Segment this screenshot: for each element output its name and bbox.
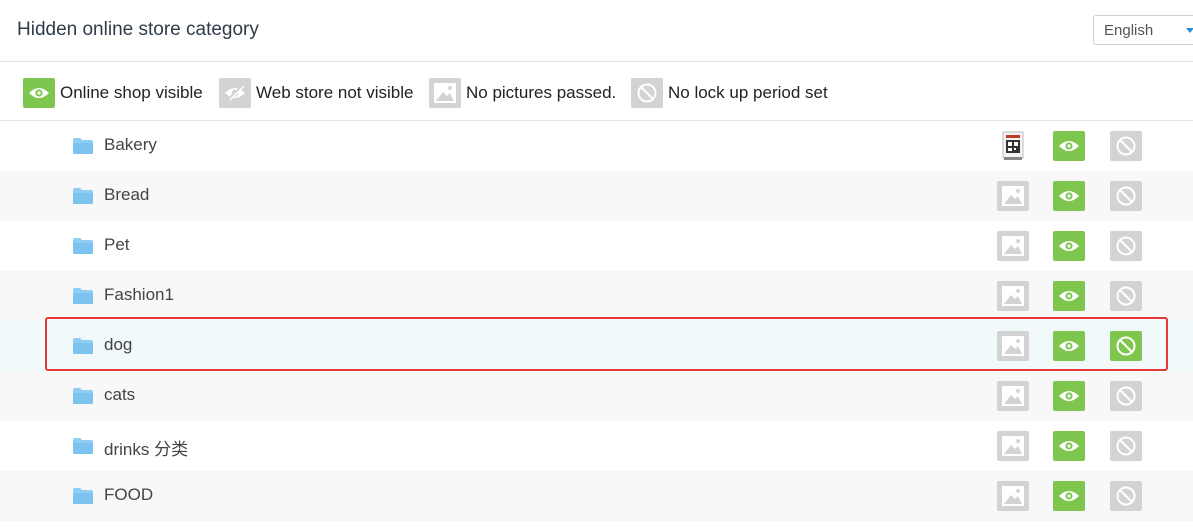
category-row[interactable]: Bread	[0, 171, 1193, 221]
legend-label: Online shop visible	[60, 83, 203, 102]
eye-icon[interactable]	[1053, 381, 1085, 411]
page-header: Hidden online store category English	[0, 0, 1193, 62]
category-name[interactable]: Fashion1	[104, 285, 174, 305]
eye-icon[interactable]	[1053, 281, 1085, 311]
category-name[interactable]: Pet	[104, 235, 130, 255]
legend-visible: Online shop visible	[23, 78, 203, 108]
eye-slash-icon	[219, 78, 251, 108]
eye-icon	[23, 78, 55, 108]
folder-icon	[73, 438, 93, 454]
no-lock-icon[interactable]	[1110, 281, 1142, 311]
folder-icon	[73, 238, 93, 254]
picture-icon[interactable]	[997, 231, 1029, 261]
category-row[interactable]: FOOD	[0, 471, 1193, 521]
legend-no-pictures: No pictures passed.	[429, 78, 616, 108]
category-row[interactable]: drinks 分类	[0, 421, 1193, 471]
eye-icon[interactable]	[1053, 231, 1085, 261]
legend-bar: Online shop visible Web store not visibl…	[0, 63, 1193, 121]
no-lock-icon[interactable]	[1110, 381, 1142, 411]
no-lock-icon[interactable]	[1110, 131, 1142, 161]
folder-icon	[73, 488, 93, 504]
legend-label: No pictures passed.	[466, 83, 617, 102]
category-row[interactable]: Fashion1	[0, 271, 1193, 321]
page-title: Hidden online store category	[17, 19, 259, 40]
legend-not-visible: Web store not visible	[219, 78, 413, 108]
eye-icon[interactable]	[1053, 131, 1085, 161]
eye-icon[interactable]	[1053, 181, 1085, 211]
folder-icon	[73, 138, 93, 154]
chevron-down-icon[interactable]	[1186, 28, 1193, 33]
category-list: Bakery Bread Pet Fashion1 dog cats drink…	[0, 121, 1193, 521]
picture-icon	[429, 78, 461, 108]
legend-label: Web store not visible	[256, 83, 414, 102]
folder-icon	[73, 388, 93, 404]
no-lock-icon[interactable]	[1110, 231, 1142, 261]
lock-period-set-icon[interactable]	[1110, 331, 1142, 361]
qr-thumbnail-icon[interactable]	[997, 131, 1029, 161]
picture-icon[interactable]	[997, 481, 1029, 511]
category-row[interactable]: Pet	[0, 221, 1193, 271]
folder-icon	[73, 338, 93, 354]
picture-icon[interactable]	[997, 381, 1029, 411]
category-row[interactable]: Bakery	[0, 121, 1193, 171]
category-name[interactable]: Bakery	[104, 135, 157, 155]
eye-icon[interactable]	[1053, 431, 1085, 461]
folder-icon	[73, 288, 93, 304]
category-name[interactable]: dog	[104, 335, 132, 355]
no-lock-icon[interactable]	[1110, 431, 1142, 461]
category-row-selected[interactable]: dog	[0, 321, 1193, 371]
no-lock-icon	[631, 78, 663, 108]
no-lock-icon[interactable]	[1110, 181, 1142, 211]
category-name[interactable]: FOOD	[104, 485, 153, 505]
category-row[interactable]: cats	[0, 371, 1193, 421]
picture-icon[interactable]	[997, 331, 1029, 361]
category-name[interactable]: cats	[104, 385, 135, 405]
picture-icon[interactable]	[997, 281, 1029, 311]
legend-no-lock: No lock up period set	[631, 78, 828, 108]
no-lock-icon[interactable]	[1110, 481, 1142, 511]
category-name[interactable]: Bread	[104, 185, 149, 205]
eye-icon[interactable]	[1053, 481, 1085, 511]
folder-icon	[73, 188, 93, 204]
eye-icon[interactable]	[1053, 331, 1085, 361]
picture-icon[interactable]	[997, 431, 1029, 461]
language-select[interactable]: English	[1093, 15, 1193, 45]
picture-icon[interactable]	[997, 181, 1029, 211]
category-name[interactable]: drinks 分类	[104, 435, 188, 460]
legend-label: No lock up period set	[668, 83, 828, 102]
